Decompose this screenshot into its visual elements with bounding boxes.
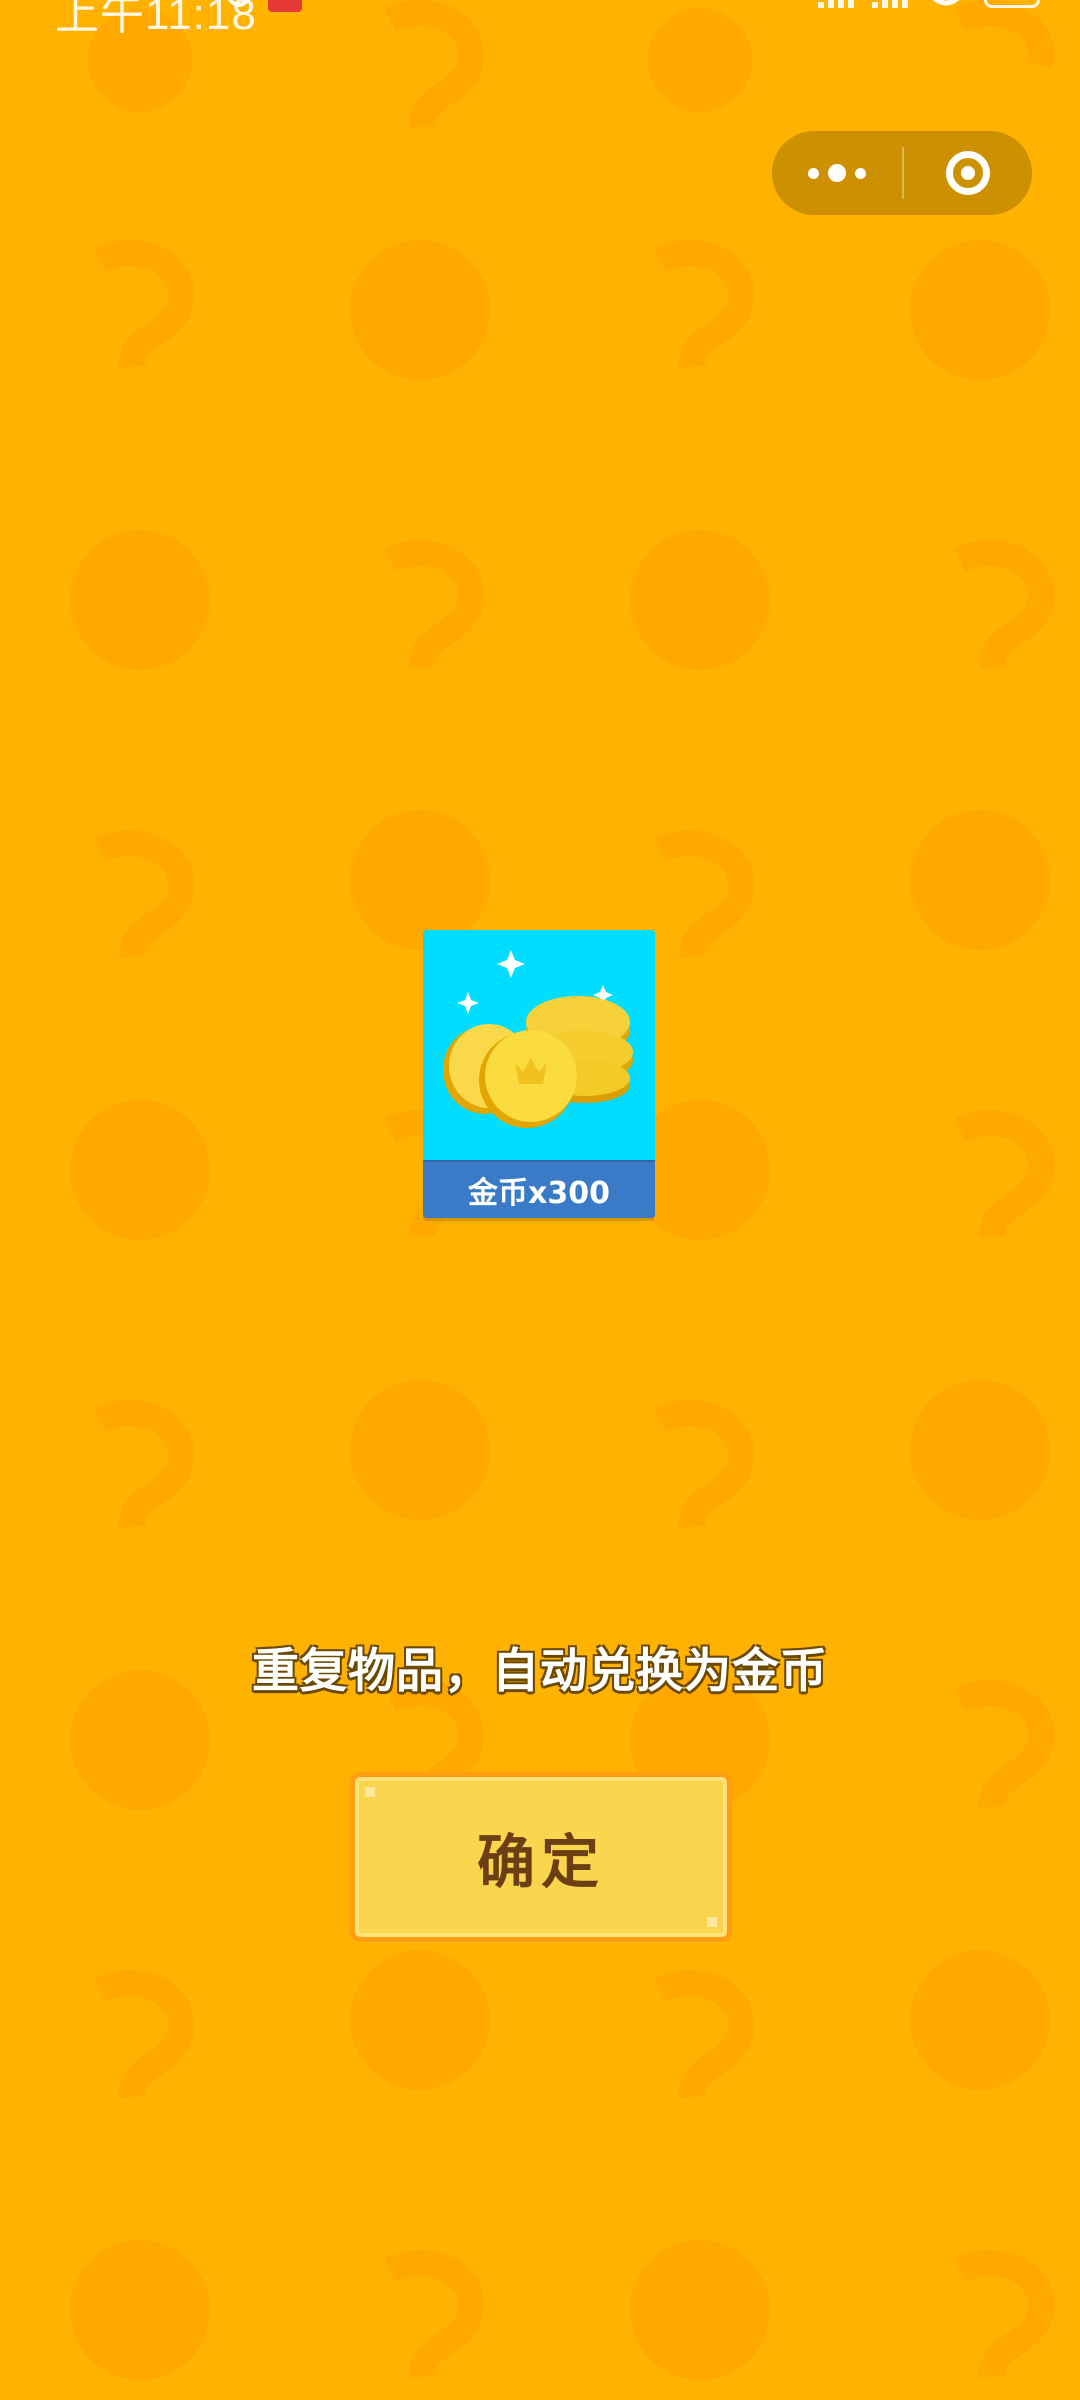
confirm-button-label: 确定 <box>476 1828 605 1896</box>
mini-program-capsule <box>772 131 1032 215</box>
gold-coins-icon <box>443 950 633 1128</box>
signal-icon <box>872 0 908 8</box>
reward-card: 金币x300 <box>423 930 655 1218</box>
notification-badge <box>268 0 302 12</box>
exchange-message: 重复物品，自动兑换为金币 <box>252 1644 828 1699</box>
confirm-button[interactable]: 确定 <box>350 1772 732 1942</box>
target-close-icon <box>946 151 990 195</box>
button-corner-decoration <box>707 1917 717 1927</box>
wifi-icon <box>932 0 960 6</box>
more-dots-icon-right <box>855 167 866 179</box>
alarm-icon <box>227 0 251 7</box>
status-icons <box>818 0 1040 10</box>
battery-icon <box>984 0 1040 8</box>
button-corner-decoration <box>365 1787 375 1797</box>
more-dots-icon <box>808 167 819 179</box>
signal-icon <box>818 0 854 8</box>
more-dots-icon-center <box>828 164 846 182</box>
reward-label: 金币x300 <box>423 1160 655 1218</box>
close-button[interactable] <box>904 131 1032 215</box>
more-button[interactable] <box>772 131 902 215</box>
status-bar: 上午11:18 <box>0 0 1080 39</box>
